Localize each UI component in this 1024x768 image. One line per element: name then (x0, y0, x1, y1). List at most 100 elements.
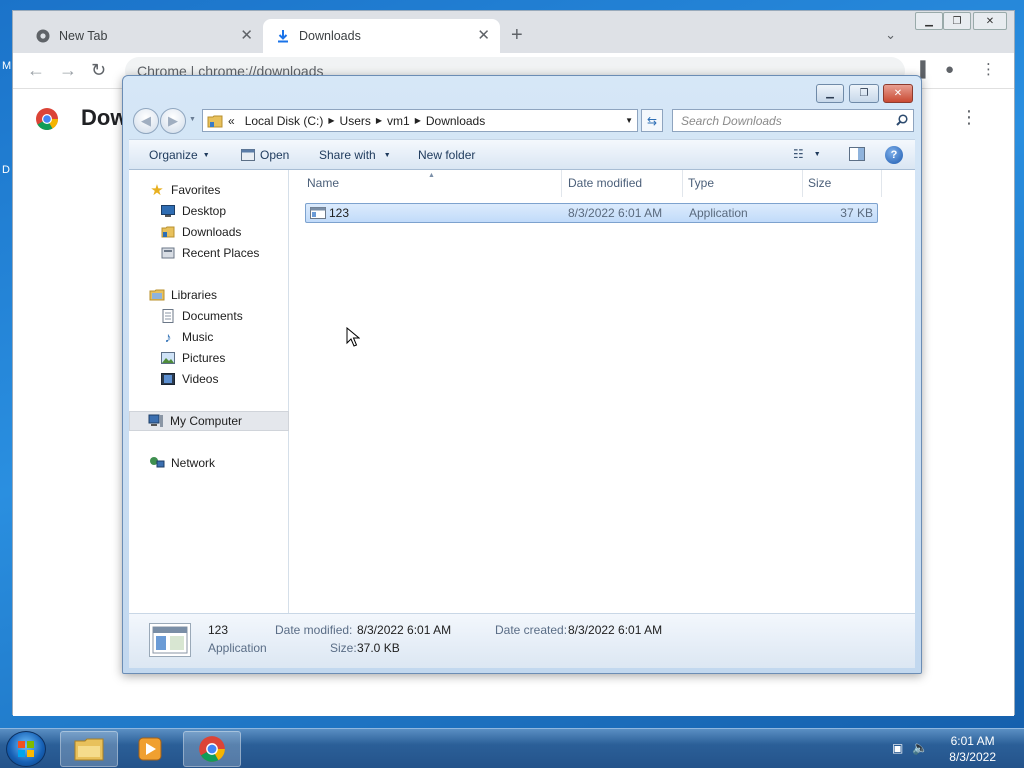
column-divider[interactable] (881, 170, 882, 197)
video-icon (160, 371, 176, 387)
forward-icon[interactable]: ▶ (160, 108, 186, 134)
address-bar[interactable]: « Local Disk (C:) ▶ Users ▶ vm1 ▶ Downlo… (202, 109, 638, 132)
chevron-down-icon[interactable]: ⌄ (885, 27, 896, 43)
taskbar-chrome-button[interactable] (183, 731, 241, 767)
back-icon[interactable]: ← (27, 61, 45, 79)
taskbar-explorer-button[interactable] (60, 731, 118, 767)
new-tab-button[interactable]: + (511, 25, 523, 45)
taskbar-media-player-button[interactable] (121, 731, 179, 767)
caret-down-icon: ▼ (813, 150, 821, 158)
file-list: ▲ Name Date modified Type Size 123 8/3/2… (289, 170, 915, 613)
close-button[interactable]: ✕ (883, 84, 913, 103)
organize-label: Organize (149, 148, 198, 162)
nav-label: Libraries (171, 288, 218, 302)
details-size-label: Size: (330, 641, 357, 655)
reload-icon[interactable]: ↻ (91, 61, 106, 79)
nav-pictures[interactable]: Pictures (129, 348, 289, 368)
column-header-name[interactable]: Name (307, 176, 339, 190)
chevron-right-icon[interactable]: ▶ (376, 116, 382, 125)
organize-button[interactable]: Organize ▼ (149, 148, 210, 162)
network-status-icon[interactable]: ▣ (892, 741, 903, 755)
breadcrumb-downloads[interactable]: Downloads (426, 114, 485, 128)
downloads-folder-icon (160, 224, 176, 240)
nav-documents[interactable]: Documents (129, 306, 289, 326)
breadcrumb-vm1[interactable]: vm1 (387, 114, 410, 128)
nav-my-computer[interactable]: My Computer (129, 411, 289, 431)
search-icon[interactable] (896, 114, 908, 126)
more-options-icon[interactable]: ⋮ (960, 107, 978, 128)
maximize-button[interactable]: ❐ (943, 12, 971, 30)
profile-icon[interactable]: ● (945, 61, 954, 79)
nav-libraries[interactable]: Libraries (129, 285, 289, 305)
nav-music[interactable]: ♪ Music (129, 327, 289, 347)
sort-ascending-icon: ▲ (428, 172, 435, 179)
nav-desktop[interactable]: Desktop (129, 201, 289, 221)
navigation-pane: ★ Favorites Desktop Downloads Recent Pla… (129, 170, 289, 613)
chevron-right-icon[interactable]: ▶ (415, 116, 421, 125)
volume-icon[interactable]: 🔈 (912, 740, 928, 756)
command-bar: Organize ▼ Open Share with ▼ New folder ☷ ▼… (129, 139, 915, 170)
chevron-right-icon[interactable]: ▶ (328, 116, 334, 125)
application-icon (310, 207, 326, 222)
share-with-button[interactable]: Share with ▼ (319, 148, 391, 162)
back-icon[interactable]: ◀ (133, 108, 159, 134)
new-folder-button[interactable]: New folder (418, 148, 475, 162)
chevron-down-icon[interactable]: ▼ (625, 116, 633, 125)
column-divider[interactable] (682, 170, 683, 197)
details-date-modified-label: Date modified: (275, 623, 353, 637)
close-icon[interactable]: ✕ (477, 28, 490, 44)
minimize-button[interactable]: ▁ (816, 84, 844, 103)
navigation-bar: ◀ ▶ ▼ « Local Disk (C:) ▶ Users ▶ vm1 ▶ … (131, 107, 915, 135)
column-divider[interactable] (561, 170, 562, 197)
recent-pages-dropdown-icon[interactable]: ▼ (189, 116, 196, 123)
maximize-button[interactable]: ❐ (849, 84, 879, 103)
clock[interactable]: 6:01 AM 8/3/2022 (949, 733, 996, 765)
tab-downloads[interactable]: Downloads ✕ (263, 19, 500, 53)
nav-label: Documents (182, 309, 243, 323)
nav-recent-places[interactable]: Recent Places (129, 243, 289, 263)
tab-new-tab[interactable]: New Tab ✕ (13, 19, 263, 53)
open-button[interactable]: Open (241, 148, 289, 162)
breadcrumb-users[interactable]: Users (340, 114, 371, 128)
tab-title: Downloads (299, 29, 361, 43)
forward-icon[interactable]: → (59, 61, 77, 79)
menu-icon[interactable]: ⋮ (981, 61, 996, 79)
help-icon[interactable]: ? (885, 146, 903, 164)
close-button[interactable]: ✕ (973, 12, 1007, 30)
preview-pane-button[interactable] (849, 147, 865, 161)
nav-label: Pictures (182, 351, 226, 365)
network-icon (149, 455, 165, 471)
libraries-icon (149, 287, 165, 303)
explorer-window: ▁ ❐ ✕ ◀ ▶ ▼ « Local Disk (C:) ▶ Users ▶ … (122, 75, 922, 674)
folder-icon (207, 115, 223, 127)
search-input[interactable]: Search Downloads (672, 109, 914, 132)
minimize-button[interactable]: ▁ (915, 12, 943, 30)
star-icon: ★ (150, 182, 164, 199)
desktop-icon-label: M (2, 60, 12, 72)
close-icon[interactable]: ✕ (240, 28, 253, 44)
new-folder-label: New folder (418, 148, 476, 162)
page-title: Dow (81, 105, 128, 130)
nav-favorites[interactable]: ★ Favorites (129, 180, 289, 200)
breadcrumb-overflow[interactable]: « (228, 114, 235, 128)
document-icon (160, 308, 176, 324)
file-type: Application (689, 206, 748, 220)
column-header-date-modified[interactable]: Date modified (568, 176, 642, 190)
start-button[interactable] (6, 731, 46, 767)
table-row[interactable]: 123 8/3/2022 6:01 AM Application 37 KB (305, 203, 878, 223)
column-header-size[interactable]: Size (808, 176, 831, 190)
system-tray: ▣ 🔈 6:01 AM 8/3/2022 (884, 729, 1024, 768)
view-options-button[interactable]: ☷ ▼ (793, 147, 821, 161)
media-player-icon (138, 737, 162, 761)
chrome-icon (199, 736, 225, 762)
chrome-icon (35, 28, 51, 44)
column-header-type[interactable]: Type (688, 176, 714, 190)
column-divider[interactable] (802, 170, 803, 197)
chrome-logo-icon (36, 108, 58, 130)
view-list-icon: ☷ (793, 147, 804, 161)
nav-downloads[interactable]: Downloads (129, 222, 289, 242)
nav-network[interactable]: Network (129, 453, 289, 473)
refresh-icon[interactable]: ⇆ (641, 109, 663, 132)
breadcrumb-local-disk[interactable]: Local Disk (C:) (245, 114, 324, 128)
nav-videos[interactable]: Videos (129, 369, 289, 389)
